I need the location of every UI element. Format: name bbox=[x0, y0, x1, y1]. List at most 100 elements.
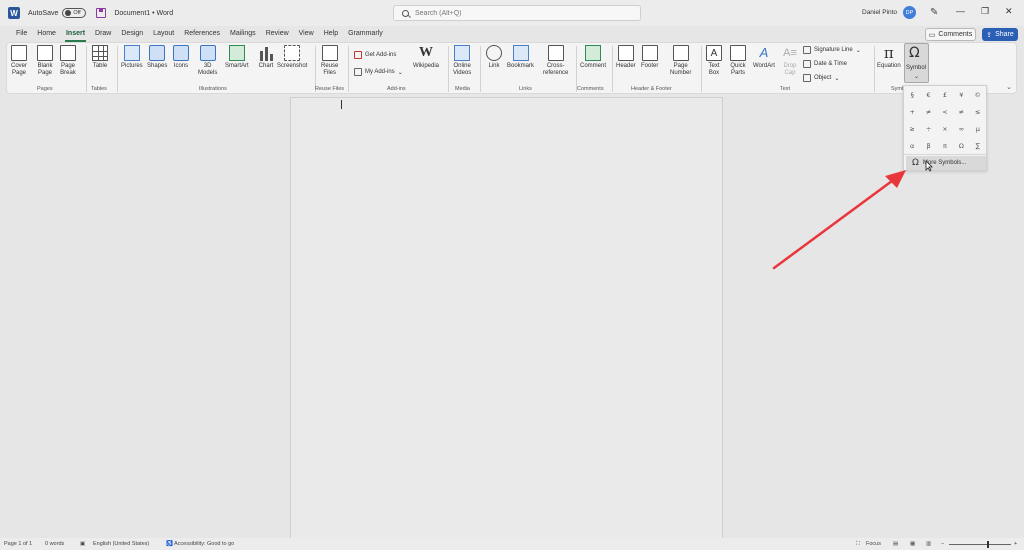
link-button[interactable]: Link bbox=[486, 45, 502, 70]
shapes-button[interactable]: Shapes bbox=[147, 45, 167, 70]
text-box-button[interactable]: A Text Box bbox=[706, 45, 722, 77]
smartart-button[interactable]: SmartArt bbox=[225, 45, 249, 70]
pi-icon: π bbox=[883, 44, 894, 62]
more-symbols-item[interactable]: Ω More Symbols... bbox=[906, 156, 986, 170]
search-input[interactable] bbox=[415, 9, 615, 17]
tab-review[interactable]: Review bbox=[261, 27, 294, 41]
comments-button[interactable]: ▭ Comments bbox=[925, 28, 976, 41]
zoom-slider-track[interactable] bbox=[949, 544, 1011, 545]
tab-references[interactable]: References bbox=[179, 27, 225, 41]
symbol-cell[interactable]: Ω bbox=[953, 137, 969, 154]
tab-grammarly[interactable]: Grammarly bbox=[343, 27, 388, 41]
document-page[interactable] bbox=[290, 97, 723, 540]
tab-help[interactable]: Help bbox=[319, 27, 343, 41]
tab-design[interactable]: Design bbox=[116, 27, 148, 41]
symbol-cell[interactable]: ÷ bbox=[920, 120, 936, 137]
symbol-cell[interactable]: § bbox=[904, 86, 920, 103]
proofing-icon[interactable]: ▣ bbox=[80, 541, 85, 547]
icons-button[interactable]: Icons bbox=[173, 45, 189, 70]
symbol-cell[interactable]: β bbox=[920, 137, 936, 154]
online-videos-button[interactable]: Online Videos bbox=[453, 45, 471, 77]
close-button[interactable]: ✕ bbox=[1005, 6, 1013, 17]
symbol-button[interactable]: Ω Symbol ⌄ bbox=[904, 43, 929, 83]
quick-parts-button[interactable]: Quick Parts bbox=[730, 45, 746, 77]
chart-button[interactable]: Chart bbox=[258, 45, 274, 70]
comment-button[interactable]: Comment bbox=[580, 45, 606, 70]
object-button[interactable]: Object ⌄ bbox=[803, 74, 839, 82]
search-box[interactable] bbox=[393, 5, 641, 21]
tab-draw[interactable]: Draw bbox=[90, 27, 116, 41]
symbol-cell[interactable]: ∞ bbox=[953, 120, 969, 137]
symbol-cell[interactable]: π bbox=[937, 137, 953, 154]
get-addins-button[interactable]: Get Add-ins bbox=[354, 51, 396, 59]
page-number-button[interactable]: Page Number bbox=[670, 45, 691, 77]
tab-insert[interactable]: Insert bbox=[61, 27, 90, 42]
zoom-in-icon[interactable]: + bbox=[1014, 541, 1017, 547]
autosave-toggle[interactable]: Off bbox=[62, 8, 87, 18]
date-time-button[interactable]: Date & Time bbox=[803, 60, 847, 68]
print-layout-icon[interactable]: ▦ bbox=[910, 541, 915, 547]
symbol-cell[interactable]: ∑ bbox=[970, 137, 986, 154]
reuse-files-button[interactable]: Reuse Files bbox=[321, 45, 338, 77]
drop-cap-button[interactable]: A≡ Drop Cap bbox=[782, 45, 798, 77]
read-mode-icon[interactable]: ▤ bbox=[893, 541, 898, 547]
blank-page-button[interactable]: Blank Page bbox=[37, 45, 53, 77]
cover-page-label: Cover Page bbox=[11, 63, 28, 76]
3d-models-button[interactable]: 3D Models bbox=[198, 45, 217, 77]
symbol-cell[interactable]: ≠ bbox=[920, 103, 936, 120]
equation-label: Equation bbox=[877, 63, 901, 69]
symbol-cell[interactable]: ≥ bbox=[904, 120, 920, 137]
pen-icon[interactable]: ✎ bbox=[930, 7, 938, 18]
word-count[interactable]: 0 words bbox=[45, 541, 64, 547]
symbol-cell[interactable]: ¥ bbox=[953, 86, 969, 103]
screenshot-button[interactable]: Screenshot bbox=[277, 45, 307, 70]
tab-file[interactable]: File bbox=[11, 27, 32, 41]
text-box-icon: A bbox=[706, 45, 722, 61]
symbol-cell[interactable]: µ bbox=[970, 120, 986, 137]
accessibility-status[interactable]: Accessibility: Good to go bbox=[174, 541, 234, 547]
smartart-icon bbox=[228, 45, 245, 61]
my-addins-button[interactable]: My Add-ins ⌄ bbox=[354, 68, 403, 76]
cross-reference-button[interactable]: Cross- reference bbox=[543, 45, 568, 77]
autosave-label: AutoSave bbox=[28, 9, 59, 17]
tab-home[interactable]: Home bbox=[32, 27, 61, 41]
symbol-cell[interactable]: < bbox=[937, 103, 953, 120]
bookmark-button[interactable]: Bookmark bbox=[507, 45, 534, 70]
page-count[interactable]: Page 1 of 1 bbox=[4, 541, 32, 547]
symbol-cell[interactable]: × bbox=[937, 120, 953, 137]
cover-page-button[interactable]: Cover Page bbox=[11, 45, 27, 77]
tab-view[interactable]: View bbox=[294, 27, 319, 41]
table-button[interactable]: Table bbox=[92, 45, 108, 70]
equation-button[interactable]: π Equation bbox=[877, 45, 901, 70]
focus-button[interactable]: Focus bbox=[866, 541, 881, 547]
web-layout-icon[interactable]: ▥ bbox=[926, 541, 931, 547]
symbol-cell[interactable]: £ bbox=[937, 86, 953, 103]
symbol-cell[interactable]: ≠ bbox=[953, 103, 969, 120]
symbol-cell[interactable]: α bbox=[904, 137, 920, 154]
save-icon[interactable] bbox=[96, 8, 107, 18]
header-button[interactable]: Header bbox=[616, 45, 636, 70]
zoom-out-icon[interactable]: − bbox=[941, 541, 944, 547]
symbol-cell[interactable]: ≤ bbox=[970, 103, 986, 120]
symbol-cell[interactable]: € bbox=[920, 86, 936, 103]
collapse-ribbon-icon[interactable]: ⌄ bbox=[1006, 83, 1012, 91]
wordart-button[interactable]: A WordArt bbox=[753, 45, 775, 70]
signature-line-button[interactable]: Signature Line ⌄ bbox=[803, 46, 861, 54]
user-name[interactable]: Daniel Pinto bbox=[862, 9, 897, 16]
page-break-button[interactable]: Page Break bbox=[60, 45, 76, 77]
avatar[interactable]: DP bbox=[903, 6, 916, 19]
language-status[interactable]: English (United States) bbox=[93, 541, 149, 547]
wikipedia-button[interactable]: W Wikipedia bbox=[413, 45, 439, 70]
zoom-slider-thumb[interactable] bbox=[987, 541, 989, 548]
symbol-cell[interactable]: © bbox=[970, 86, 986, 103]
footer-button[interactable]: Footer bbox=[641, 45, 658, 70]
share-button[interactable]: ⇪ Share bbox=[982, 28, 1018, 41]
symbol-dropdown: § € £ ¥ © + ≠ < ≠ ≤ ≥ ÷ × ∞ µ α β π Ω ∑ … bbox=[903, 85, 988, 171]
restore-button[interactable]: ❐ bbox=[981, 6, 989, 17]
omega-icon: Ω bbox=[912, 158, 919, 168]
minimize-button[interactable]: — bbox=[956, 6, 965, 16]
symbol-cell[interactable]: + bbox=[904, 103, 920, 120]
pictures-button[interactable]: Pictures bbox=[121, 45, 143, 70]
tab-mailings[interactable]: Mailings bbox=[225, 27, 261, 41]
tab-layout[interactable]: Layout bbox=[148, 27, 179, 41]
